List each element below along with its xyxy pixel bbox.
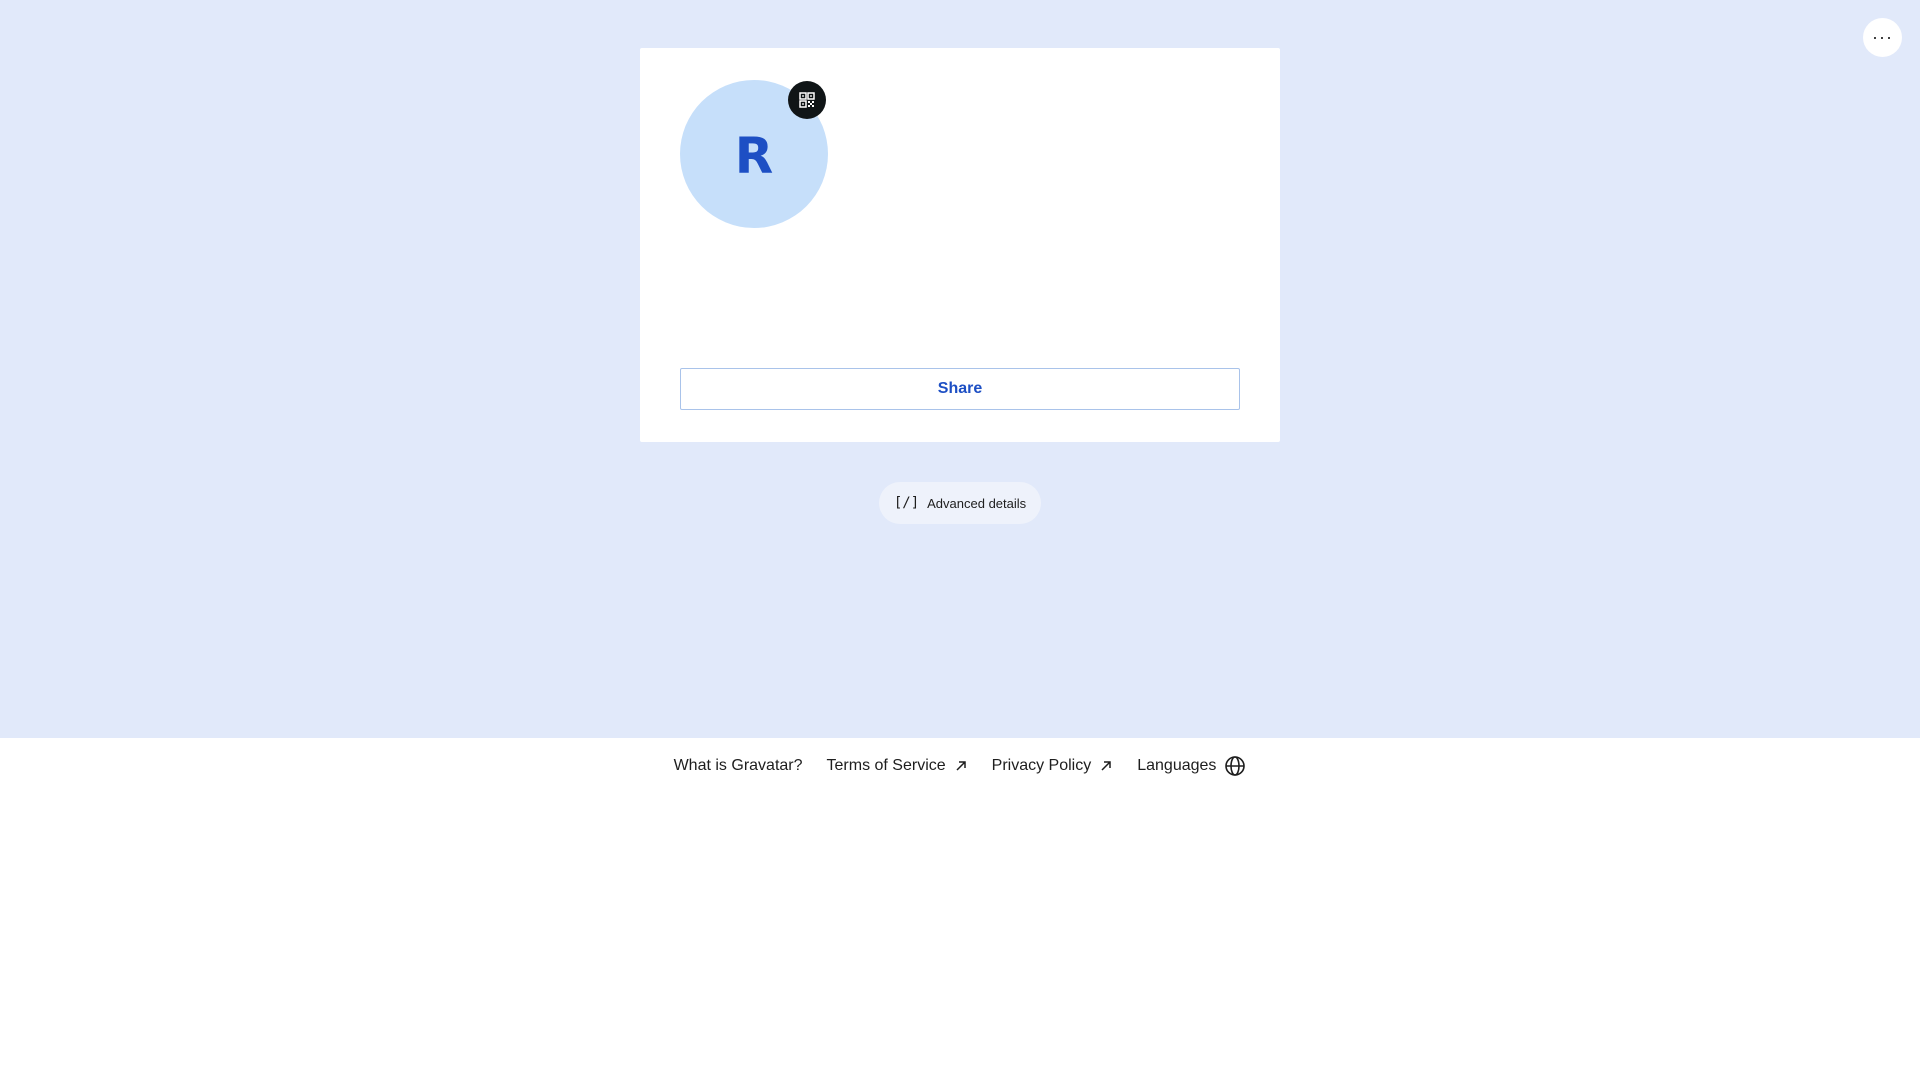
qr-code-icon	[799, 92, 815, 108]
code-icon: [/]	[893, 495, 920, 511]
footer-link-terms-of-service[interactable]: Terms of Service	[827, 757, 968, 775]
globe-icon	[1225, 756, 1246, 776]
footer-link-languages[interactable]: Languages	[1137, 755, 1246, 777]
footer-nav: What is Gravatar? Terms of Service Priva…	[0, 738, 1920, 794]
advanced-details-label: Advanced details	[927, 495, 1027, 511]
footer-link-label: What is Gravatar?	[673, 757, 803, 774]
footer-link-label: Languages	[1137, 757, 1217, 774]
more-horizontal-icon: ···	[1872, 27, 1893, 47]
profile-card: R Share	[640, 48, 1280, 442]
footer-link-label: Terms of Service	[826, 757, 946, 774]
avatar-initial: R	[734, 127, 774, 185]
footer-link-label: Privacy Policy	[991, 757, 1092, 774]
share-button[interactable]: Share	[680, 368, 1240, 410]
footer-link-privacy-policy[interactable]: Privacy Policy	[992, 757, 1114, 775]
advanced-details-button[interactable]: [/] Advanced details	[879, 482, 1041, 524]
external-arrow-icon	[956, 761, 966, 771]
footer-link-what-is-gravatar[interactable]: What is Gravatar?	[674, 757, 803, 775]
qr-code-button[interactable]	[788, 81, 826, 119]
more-options-button[interactable]: ···	[1863, 18, 1902, 57]
external-arrow-icon	[1101, 761, 1111, 771]
